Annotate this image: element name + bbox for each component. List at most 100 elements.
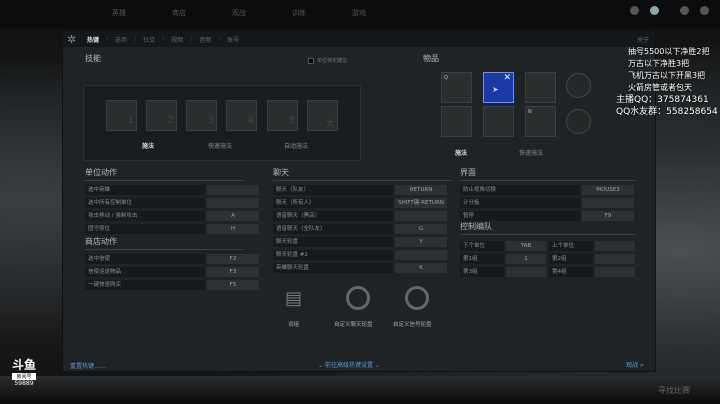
hotkey-binding[interactable]: F5	[207, 280, 259, 290]
hotkey-row[interactable]: 聊天（队友） RETURN	[273, 185, 447, 195]
control-group-row[interactable]: 第4组	[549, 267, 635, 277]
hotkey-binding[interactable]: SHIFT键-RETURN	[395, 198, 447, 208]
hotkey-label: 聊天（所有人）	[273, 198, 393, 208]
hotkey-row[interactable]: 暂停 F9	[460, 211, 634, 221]
tab-hotkeys[interactable]: 热键	[87, 35, 99, 44]
hotkey-row[interactable]: 选中所有控制单位	[85, 198, 259, 208]
chat-wheel-icon[interactable]	[346, 286, 370, 310]
hotkey-binding[interactable]	[395, 250, 447, 260]
tab-video[interactable]: 视频	[171, 35, 183, 44]
item-cast-mode-normal[interactable]: 施法	[455, 148, 467, 157]
hotkey-binding[interactable]	[506, 267, 546, 277]
tab-social[interactable]: 社交	[143, 35, 155, 44]
hotkey-binding[interactable]	[207, 185, 259, 195]
hotkey-row[interactable]: 语音聊天（黑店）	[273, 211, 447, 221]
phrases-icon[interactable]: ▤	[285, 289, 315, 309]
cast-mode-normal[interactable]: 施法	[142, 141, 154, 150]
hotkey-row[interactable]: 英雄聊天轮盘 K	[273, 263, 447, 273]
ping-wheel-icon[interactable]	[405, 286, 429, 310]
hotkey-row[interactable]: 聊天轮盘 Y	[273, 237, 447, 247]
close-icon[interactable]: ✕	[503, 73, 511, 83]
hotkey-binding[interactable]	[595, 241, 635, 251]
ability-slot[interactable]: 2	[146, 100, 177, 131]
hotkey-binding[interactable]: F9	[582, 211, 634, 221]
overlay-line: 飞机万古以下开黑3把	[628, 71, 706, 80]
hotkey-label: 选中所有控制单位	[85, 198, 205, 208]
hotkey-binding[interactable]	[207, 198, 259, 208]
nav-watch[interactable]: 观战	[232, 8, 246, 18]
hotkey-row[interactable]: 选中英雄	[85, 185, 259, 195]
nav-play[interactable]: 游戏	[352, 8, 366, 18]
hotkey-row[interactable]: 计分板	[460, 198, 634, 208]
settings-icon[interactable]	[630, 6, 639, 15]
hotkey-binding[interactable]: A	[207, 211, 259, 221]
cast-mode-quick[interactable]: 快速施法	[208, 141, 232, 150]
nav-heroes[interactable]: 英雄	[112, 8, 126, 18]
hotkey-label: 聊天轮盘 #2	[273, 250, 393, 260]
hotkey-binding[interactable]	[395, 211, 447, 221]
hotkey-row[interactable]: 攻击移动 / 强制攻击 A	[85, 211, 259, 221]
nav-learn[interactable]: 训练	[292, 8, 306, 18]
item-slot[interactable]: N	[525, 106, 556, 137]
advanced-hotkeys-link[interactable]: ⌄ 前往高级热键设置 ⌄	[318, 360, 380, 369]
menu-icon[interactable]	[680, 6, 689, 15]
hotkey-binding[interactable]: K	[395, 263, 447, 273]
hotkey-binding[interactable]: Y	[395, 237, 447, 247]
hotkey-row[interactable]: 语音聊天（全队友） G	[273, 224, 447, 234]
item-cast-mode-quick[interactable]: 快速施法	[519, 148, 543, 157]
hotkey-label: 计分板	[460, 198, 580, 208]
item-slot[interactable]	[525, 72, 556, 103]
ability-slot-ultimate[interactable]: 大	[307, 100, 338, 131]
hotkey-label: 第4组	[549, 267, 593, 277]
item-slot[interactable]	[483, 106, 514, 137]
item-slot[interactable]: Q	[441, 72, 472, 103]
neutral-item-slot-icon[interactable]	[566, 109, 591, 134]
nav-store[interactable]: 商店	[172, 8, 186, 18]
tab-audio[interactable]: 音频	[199, 35, 211, 44]
hotkey-binding[interactable]: H	[207, 224, 259, 234]
checkbox[interactable]	[308, 57, 314, 64]
cast-mode-auto[interactable]: 自动施法	[284, 141, 308, 150]
hotkey-binding[interactable]: MOUSE3	[582, 185, 634, 195]
hotkey-row[interactable]: 一键快速购买 F5	[85, 280, 259, 290]
item-slot[interactable]	[441, 106, 472, 137]
tab-options[interactable]: 选项	[115, 35, 127, 44]
hotkey-binding[interactable]: TAB	[506, 241, 546, 251]
hotkey-row[interactable]: 防止视角切换 MOUSE3	[460, 185, 634, 195]
ability-slot[interactable]: 5	[267, 100, 298, 131]
find-match-button[interactable]: 寻找比赛	[658, 385, 690, 396]
watch-link[interactable]: 观战 »	[626, 360, 644, 369]
hotkey-binding[interactable]: RETURN	[395, 185, 447, 195]
hotkey-label: 选中英雄	[85, 185, 205, 195]
unit-specific-toggle[interactable]: 单位特定键位	[308, 57, 347, 64]
hotkey-row[interactable]: 聊天（所有人） SHIFT键-RETURN	[273, 198, 447, 208]
about-link[interactable]: 关于	[637, 35, 649, 44]
tp-scroll-slot-icon[interactable]	[566, 73, 591, 98]
control-group-row[interactable]: 上个单位	[549, 241, 635, 251]
hotkey-row[interactable]: 聊天轮盘 #2	[273, 250, 447, 260]
hotkey-binding[interactable]	[582, 198, 634, 208]
control-group-row[interactable]: 下个单位 TAB	[460, 241, 546, 251]
hotkey-binding[interactable]: F3	[207, 267, 259, 277]
hotkey-row[interactable]: 固守原位 H	[85, 224, 259, 234]
reset-hotkeys-link[interactable]: 重置热键……	[70, 361, 106, 370]
shop-actions-heading: 商店动作	[85, 236, 243, 250]
hotkey-label: 防止视角切换	[460, 185, 580, 195]
ability-slot[interactable]: 1	[106, 100, 137, 131]
hotkey-binding[interactable]: 1	[506, 254, 546, 264]
ability-slot[interactable]: 4	[226, 100, 257, 131]
control-group-row[interactable]: 第1组 1	[460, 254, 546, 264]
control-group-row[interactable]: 第3组	[460, 267, 546, 277]
hotkey-binding[interactable]: G	[395, 224, 447, 234]
ability-slot[interactable]: 3	[186, 100, 217, 131]
power-icon[interactable]	[700, 6, 709, 15]
hotkey-binding[interactable]: F2	[207, 254, 259, 264]
item-slot-selected[interactable]: ✕ ➤	[483, 72, 514, 103]
friends-icon[interactable]	[650, 6, 659, 15]
tab-account[interactable]: 账号	[227, 35, 239, 44]
hotkey-row[interactable]: 信使运送物品 F3	[85, 267, 259, 277]
hotkey-binding[interactable]	[595, 267, 635, 277]
control-group-row[interactable]: 第2组	[549, 254, 635, 264]
hotkey-binding[interactable]	[595, 254, 635, 264]
hotkey-row[interactable]: 选中信使 F2	[85, 254, 259, 264]
